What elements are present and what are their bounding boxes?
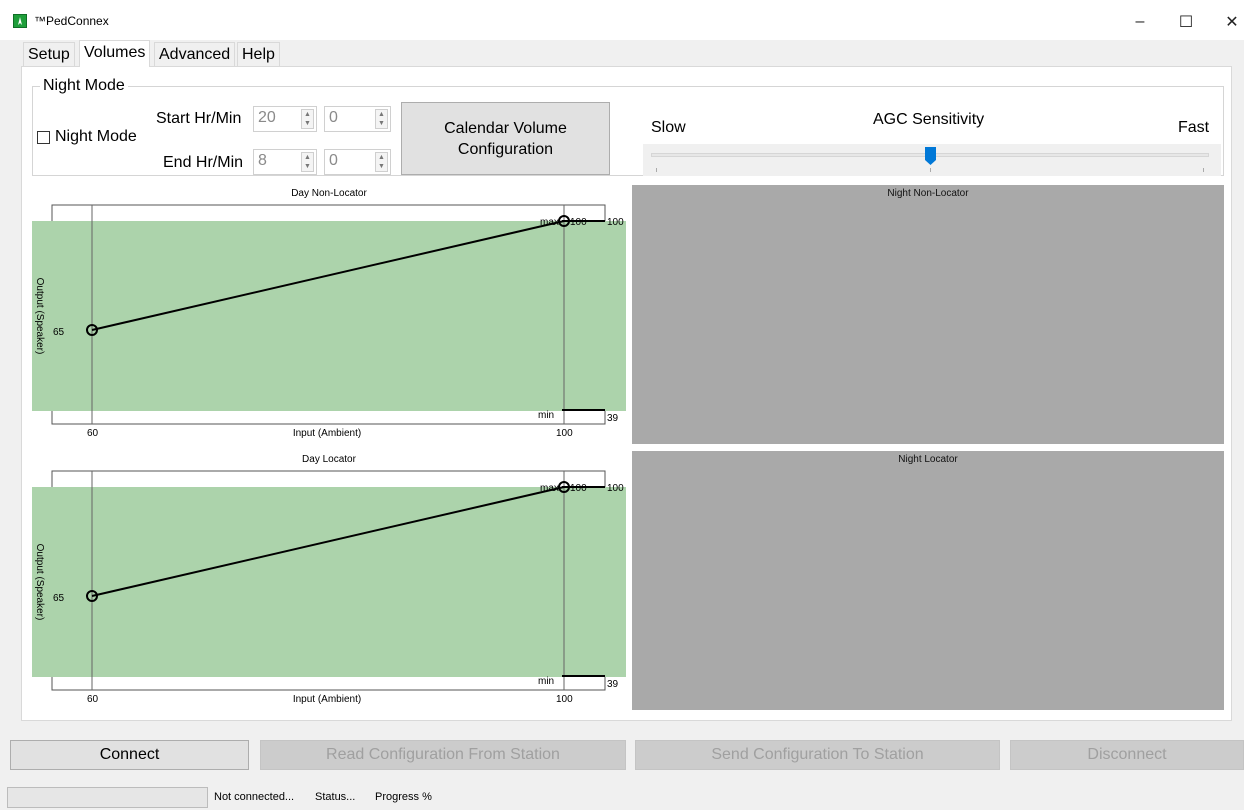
calendar-button-line2: Configuration — [457, 140, 554, 158]
y-axis-label: Output (Speaker) — [34, 278, 45, 355]
x-axis-label: Input (Ambient) — [293, 428, 361, 439]
connection-status: Not connected... — [214, 791, 295, 803]
x-tick-60: 60 — [87, 428, 99, 439]
right-min-label: 39 — [607, 679, 619, 690]
read-configuration-button[interactable]: Read Configuration From Station — [260, 740, 626, 770]
start-min-spin-arrows[interactable]: ▲ ▼ — [375, 109, 388, 129]
start-time-label: Start Hr/Min — [156, 110, 242, 127]
disconnect-button[interactable]: Disconnect — [1010, 740, 1244, 770]
tab-help[interactable]: Help — [237, 42, 280, 66]
output-range-band — [32, 487, 626, 677]
night-mode-group-title: Night Mode — [40, 77, 128, 95]
start-min-value: 0 — [329, 109, 338, 126]
connect-button[interactable]: Connect — [10, 740, 249, 770]
y-low-label: 65 — [53, 327, 65, 338]
end-min-input[interactable]: 0 ▲ ▼ — [324, 149, 391, 175]
end-min-value: 0 — [329, 152, 338, 169]
night-non-locator-chart: Night Non-Locator — [632, 185, 1224, 444]
end-hour-value: 8 — [258, 152, 267, 169]
maximize-button[interactable]: ☐ — [1163, 8, 1209, 36]
start-hour-spin-arrows[interactable]: ▲ ▼ — [301, 109, 314, 129]
calendar-volume-configuration-button[interactable]: Calendar Volume Configuration — [401, 102, 610, 175]
calendar-button-line1: Calendar Volume — [444, 119, 567, 137]
max-label: max — [540, 483, 559, 494]
right-min-label: 39 — [607, 413, 619, 424]
status-progress-bar — [7, 787, 208, 808]
max-value-label: 100 — [570, 217, 587, 228]
progress-text: Progress % — [375, 791, 432, 803]
close-button[interactable]: ✕ — [1209, 8, 1244, 36]
agc-tick-start — [656, 168, 657, 172]
min-label: min — [538, 676, 554, 687]
day-non-locator-chart: Day Non-Locator 65 max 100 100 min 39 60… — [32, 185, 626, 444]
day-locator-chart: Day Locator 65 max 100 100 min 39 60 100… — [32, 451, 626, 710]
night-mode-checkbox-label[interactable]: Night Mode — [55, 128, 137, 146]
start-hour-value: 20 — [258, 109, 276, 126]
night-locator-chart: Night Locator — [632, 451, 1224, 710]
end-hour-spin-arrows[interactable]: ▲ ▼ — [301, 152, 314, 172]
send-configuration-button[interactable]: Send Configuration To Station — [635, 740, 1000, 770]
right-max-label: 100 — [607, 217, 624, 228]
title-bar — [0, 0, 1244, 40]
x-tick-60: 60 — [87, 694, 99, 705]
agc-tick-mid — [930, 168, 931, 172]
right-max-label: 100 — [607, 483, 624, 494]
start-min-input[interactable]: 0 ▲ ▼ — [324, 106, 391, 132]
night-locator-title: Night Locator — [898, 454, 958, 465]
agc-tick-end — [1203, 168, 1204, 172]
output-range-band — [32, 221, 626, 411]
status-text: Status... — [315, 791, 356, 803]
agc-sensitivity-title: AGC Sensitivity — [873, 111, 985, 128]
night-mode-checkbox[interactable] — [37, 131, 50, 144]
end-hour-input[interactable]: 8 ▲ ▼ — [253, 149, 317, 175]
agc-fast-label: Fast — [1178, 119, 1210, 136]
y-axis-label: Output (Speaker) — [34, 544, 45, 621]
max-label: max — [540, 217, 559, 228]
agc-slow-label: Slow — [651, 119, 686, 136]
x-tick-100: 100 — [556, 428, 573, 439]
window-title: ™PedConnex — [34, 14, 109, 28]
tab-advanced[interactable]: Advanced — [154, 42, 236, 66]
tab-setup[interactable]: Setup — [23, 42, 75, 66]
tab-volumes[interactable]: Volumes — [79, 40, 151, 67]
max-value-label: 100 — [570, 483, 587, 494]
end-time-label: End Hr/Min — [163, 154, 244, 171]
agc-slider-thumb[interactable] — [925, 147, 936, 165]
x-tick-100: 100 — [556, 694, 573, 705]
end-min-spin-arrows[interactable]: ▲ ▼ — [375, 152, 388, 172]
min-label: min — [538, 410, 554, 421]
x-axis-label: Input (Ambient) — [293, 694, 361, 705]
minimize-button[interactable]: – — [1117, 8, 1163, 36]
y-low-label: 65 — [53, 593, 65, 604]
app-icon — [13, 14, 27, 28]
start-hour-input[interactable]: 20 ▲ ▼ — [253, 106, 317, 132]
night-non-locator-title: Night Non-Locator — [887, 188, 969, 199]
